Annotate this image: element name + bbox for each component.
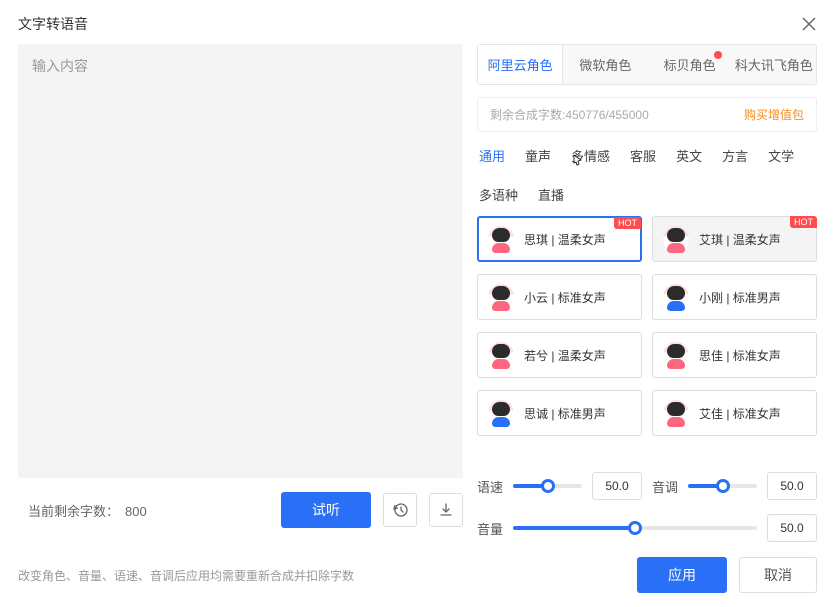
voice-label: 思诚 | 标准男声 [524, 405, 606, 422]
avatar-icon [488, 226, 514, 252]
voice-label: 艾佳 | 标准女声 [699, 405, 781, 422]
pitch-label: 音调 [652, 477, 678, 496]
volume-label: 音量 [477, 519, 503, 538]
avatar-icon [663, 284, 689, 310]
avatar-icon [663, 342, 689, 368]
voice-card[interactable]: 若兮 | 温柔女声 [477, 332, 642, 378]
voice-card[interactable]: 小刚 | 标准男声 [652, 274, 817, 320]
category-tab[interactable]: 多语种 [479, 185, 518, 204]
category-tabs: 通用 童声 多情感 客服 英文 方言 文学多语种 直播 [477, 132, 817, 208]
char-count: 当前剩余字数： 800 [28, 501, 147, 520]
voice-label: 艾琪 | 温柔女声 [699, 231, 781, 248]
speed-label: 语速 [477, 477, 503, 496]
cancel-button[interactable]: 取消 [739, 557, 817, 593]
category-tab[interactable]: 英文 [676, 146, 702, 165]
category-tab[interactable]: 客服 [630, 146, 656, 165]
voice-card[interactable]: 思诚 | 标准男声 [477, 390, 642, 436]
right-panel: 阿里云角色微软角色标贝角色科大讯飞角色 剩余合成字数:450776/455000… [477, 44, 817, 542]
hot-badge: HOT [790, 216, 817, 228]
buy-credit-link[interactable]: 购买增值包 [744, 106, 804, 123]
voice-label: 若兮 | 温柔女声 [524, 347, 606, 364]
voice-grid: 思琪 | 温柔女声 HOT 艾琪 | 温柔女声 HOT 小云 | 标准女声 小刚 | 标准… [477, 216, 817, 436]
speed-value: 50.0 [592, 472, 642, 500]
category-tab[interactable]: 直播 [538, 185, 564, 204]
notification-dot-icon [714, 51, 722, 59]
pitch-value: 50.0 [767, 472, 817, 500]
volume-slider[interactable] [513, 521, 757, 535]
voice-card[interactable]: 思琪 | 温柔女声 HOT [477, 216, 642, 262]
avatar-icon [663, 400, 689, 426]
footer-bar: 改变角色、音量、语速、音调后应用均需要重新合成并扣除字数 应用 取消 [0, 543, 835, 607]
text-input[interactable]: 输入内容 [18, 44, 463, 478]
listen-button[interactable]: 试听 [281, 492, 371, 528]
category-tab[interactable]: 童声 [525, 146, 551, 165]
pitch-slider[interactable] [688, 479, 757, 493]
voice-card[interactable]: 艾佳 | 标准女声 [652, 390, 817, 436]
dialog-title: 文字转语音 [18, 14, 88, 34]
avatar-icon [488, 400, 514, 426]
category-tab[interactable]: 文学 [768, 146, 794, 165]
category-tab[interactable]: 通用 [479, 146, 505, 165]
provider-tabs: 阿里云角色微软角色标贝角色科大讯飞角色 [477, 44, 817, 85]
provider-tab[interactable]: 标贝角色 [648, 45, 732, 84]
avatar-icon [663, 226, 689, 252]
footer-warning: 改变角色、音量、语速、音调后应用均需要重新合成并扣除字数 [18, 567, 354, 584]
hot-badge: HOT [614, 217, 641, 229]
voice-card[interactable]: 艾琪 | 温柔女声 HOT [652, 216, 817, 262]
volume-value: 50.0 [767, 514, 817, 542]
char-count-value: 800 [125, 504, 147, 519]
apply-button[interactable]: 应用 [637, 557, 727, 593]
avatar-icon [488, 284, 514, 310]
history-icon[interactable] [383, 493, 417, 527]
voice-card[interactable]: 小云 | 标准女声 [477, 274, 642, 320]
download-icon[interactable] [429, 493, 463, 527]
voice-card[interactable]: 思佳 | 标准女声 [652, 332, 817, 378]
close-icon[interactable] [801, 16, 817, 32]
credit-label: 剩余合成字数:450776/455000 [490, 106, 649, 123]
voice-label: 小云 | 标准女声 [524, 289, 606, 306]
voice-label: 思琪 | 温柔女声 [524, 231, 606, 248]
provider-tab[interactable]: 科大讯飞角色 [732, 45, 816, 84]
category-tab[interactable]: 多情感 [571, 146, 610, 165]
voice-label: 思佳 | 标准女声 [699, 347, 781, 364]
category-tab[interactable]: 方言 [722, 146, 748, 165]
left-panel: 输入内容 当前剩余字数： 800 试听 [18, 44, 463, 542]
char-count-label: 当前剩余字数： [28, 504, 119, 519]
sliders: 语速 50.0 音调 50.0 音量 50.0 [477, 472, 817, 542]
provider-tab[interactable]: 阿里云角色 [478, 45, 563, 84]
provider-tab[interactable]: 微软角色 [563, 45, 647, 84]
voice-label: 小刚 | 标准男声 [699, 289, 781, 306]
avatar-icon [488, 342, 514, 368]
speed-slider[interactable] [513, 479, 582, 493]
credit-row: 剩余合成字数:450776/455000 购买增值包 [477, 97, 817, 132]
